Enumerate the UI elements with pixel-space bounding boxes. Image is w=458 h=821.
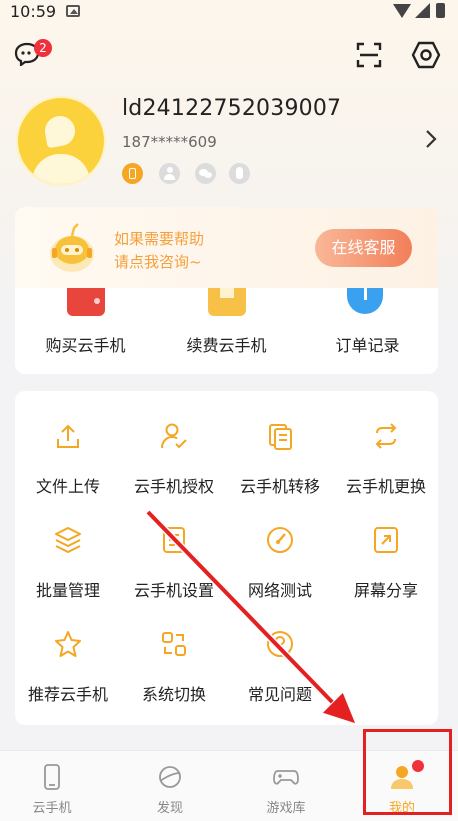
faq-icon [267, 631, 293, 657]
qq-bind-icon[interactable] [229, 163, 250, 184]
screen-share-item[interactable]: 屏幕分享 [333, 495, 439, 600]
renew-cloud-phone-item[interactable]: 续费云手机 [156, 288, 297, 374]
file-upload-label: 文件上传 [35, 477, 100, 496]
switch-icon [162, 632, 186, 656]
renew-box-icon [208, 288, 246, 316]
help-text[interactable]: 如果需要帮助 请点我咨询~ [114, 228, 204, 274]
batch-manage-item[interactable]: 批量管理 [15, 495, 121, 600]
chevron-right-icon[interactable] [424, 128, 438, 150]
nav-game-library-label: 游戏库 [266, 801, 306, 816]
nav-discover[interactable]: 发现 [118, 751, 222, 821]
wallet-icon [67, 288, 105, 316]
settings-icon[interactable] [411, 40, 441, 70]
wechat-bind-icon[interactable] [195, 163, 216, 184]
online-support-button[interactable]: 在线客服 [315, 229, 412, 267]
network-test-item[interactable]: 网络测试 [227, 495, 333, 600]
phone-settings-icon [163, 527, 185, 553]
upload-icon [57, 424, 79, 448]
swap-item[interactable]: 云手机更换 [333, 391, 439, 496]
nav-cloud-phone[interactable]: 云手机 [0, 751, 104, 821]
authorize-item[interactable]: 云手机授权 [121, 391, 227, 496]
avatar[interactable] [18, 98, 104, 184]
phone-settings-label: 云手机设置 [133, 581, 214, 600]
nav-discover-label: 发现 [156, 801, 183, 816]
transfer-label: 云手机转移 [239, 477, 320, 496]
swap-icon [375, 423, 397, 449]
phone-settings-item[interactable]: 云手机设置 [121, 495, 227, 600]
status-time: 10:59 [10, 2, 57, 21]
batch-manage-label: 批量管理 [35, 581, 100, 600]
authorize-user-icon [161, 423, 187, 449]
nav-cloud-phone-label: 云手机 [32, 801, 72, 816]
signal-icon [415, 3, 430, 18]
planet-icon [159, 766, 181, 788]
phone-bind-icon[interactable] [122, 163, 143, 184]
phone-icon [44, 764, 60, 790]
authorize-label: 云手机授权 [133, 477, 214, 496]
order-history-label: 订单记录 [335, 336, 400, 355]
buy-cloud-phone-label: 购买云手机 [45, 336, 126, 355]
tools-card: 文件上传 云手机授权 云手机转移 云手机更换 批量管理 云手机设置 网络测试 屏… [15, 391, 438, 725]
faq-item[interactable]: 常见问题 [227, 599, 333, 704]
transfer-icon [269, 424, 292, 450]
message-badge: 2 [34, 39, 52, 57]
file-upload-item[interactable]: 文件上传 [15, 391, 121, 496]
recommend-label: 推荐云手机 [27, 685, 108, 704]
image-notification-icon [66, 5, 80, 17]
transfer-item[interactable]: 云手机转移 [227, 391, 333, 496]
status-bar: 10:59 [0, 0, 458, 26]
wifi-icon [393, 4, 411, 18]
account-bind-icon[interactable] [159, 163, 180, 184]
username: ld24122752039007 [122, 96, 342, 121]
battery-icon [436, 3, 445, 18]
faq-label: 常见问题 [247, 685, 312, 704]
swap-label: 云手机更换 [345, 477, 426, 496]
order-history-item[interactable]: 订单记录 [297, 288, 438, 374]
phone-number: 187*****609 [122, 133, 217, 151]
nav-game-library[interactable]: 游戏库 [234, 751, 338, 821]
annotation-highlight-box [363, 729, 452, 815]
speedometer-icon [267, 527, 293, 553]
network-test-label: 网络测试 [247, 581, 312, 600]
scan-icon[interactable] [354, 40, 384, 70]
layers-icon [55, 527, 81, 554]
share-screen-icon [374, 527, 398, 553]
star-icon [55, 631, 81, 657]
support-robot-icon [50, 223, 94, 272]
recommend-item[interactable]: 推荐云手机 [15, 599, 121, 704]
system-switch-label: 系统切换 [141, 685, 206, 704]
screen-share-label: 屏幕分享 [353, 581, 418, 600]
system-switch-item[interactable]: 系统切换 [121, 599, 227, 704]
help-text-line2: 请点我咨询~ [114, 253, 202, 271]
purchase-card: 购买云手机 续费云手机 订单记录 [15, 288, 438, 374]
renew-cloud-phone-label: 续费云手机 [186, 336, 267, 355]
help-text-line1: 如果需要帮助 [114, 230, 205, 248]
clock-icon [347, 288, 383, 314]
gamepad-icon [273, 770, 299, 785]
buy-cloud-phone-item[interactable]: 购买云手机 [15, 288, 156, 374]
